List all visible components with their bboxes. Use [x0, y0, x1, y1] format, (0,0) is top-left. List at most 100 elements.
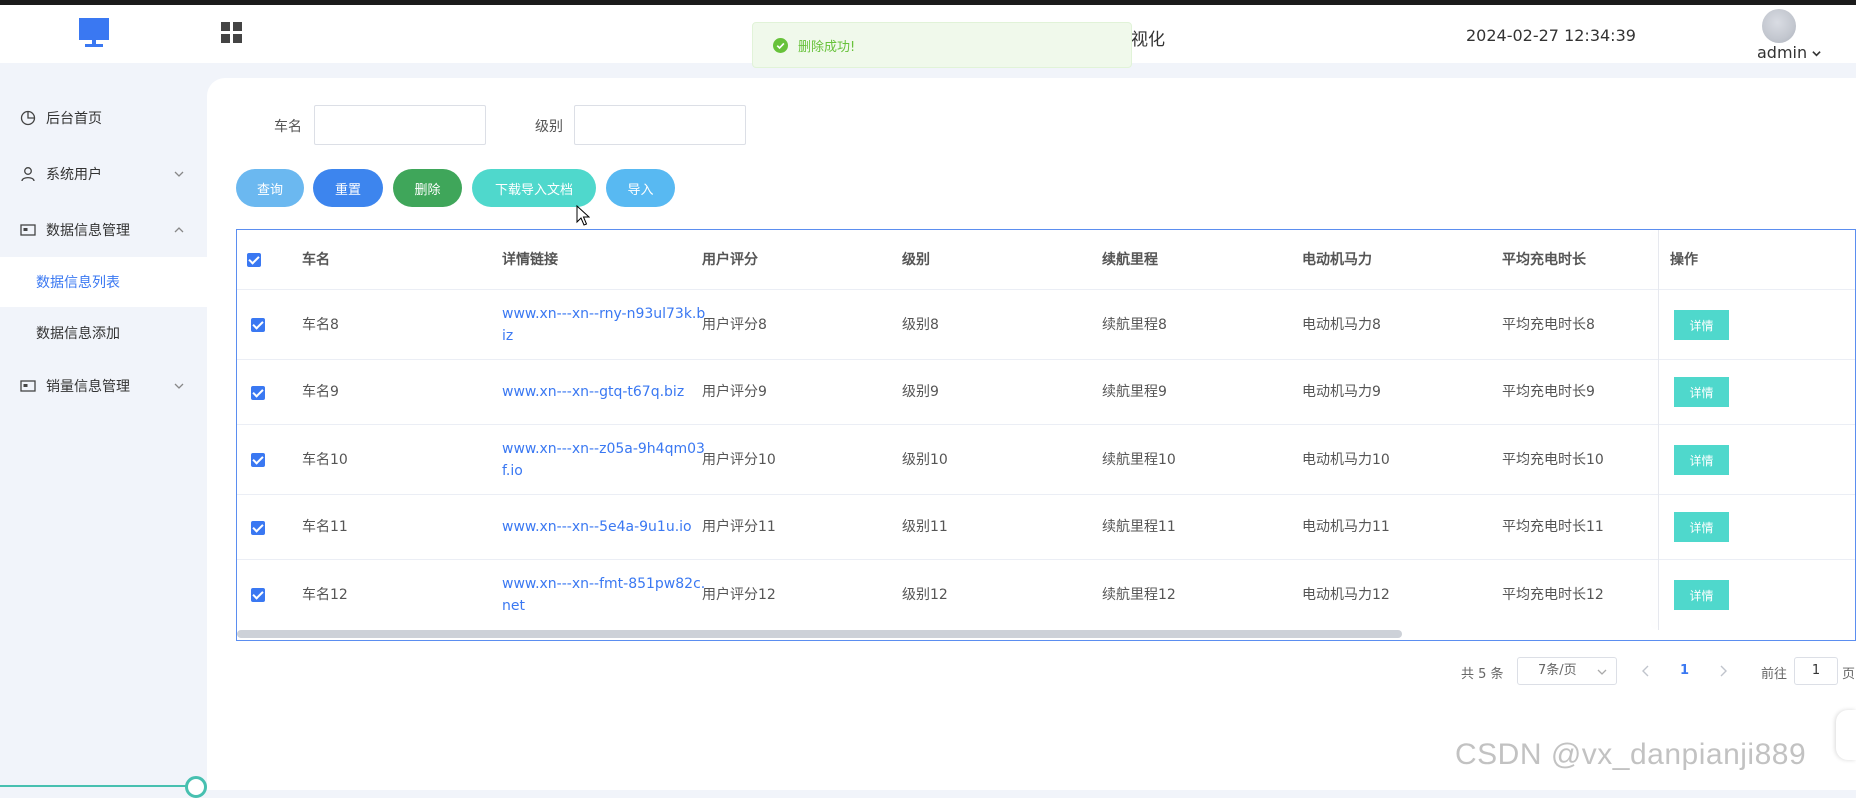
table-row[interactable]: 车名9 www.xn---xn--gtq-t67q.biz 用户评分9 级别9 …	[237, 360, 1855, 425]
pagination-total: 共 5 条	[1461, 667, 1504, 682]
cell-charge: 平均充电时长10	[1502, 452, 1604, 468]
chevron-up-icon	[174, 227, 184, 233]
row-checkbox[interactable]	[251, 521, 265, 535]
sidebar-item-sales-management[interactable]: 销量信息管理	[0, 361, 207, 411]
table-header: 车名 详情链接 用户评分 级别 续航里程 电动机马力 平均充电时长 操作	[237, 230, 1855, 290]
sidebar-item-label: 系统用户	[46, 167, 102, 183]
goto-label: 前往	[1761, 667, 1788, 682]
car-name-input[interactable]	[314, 105, 486, 145]
header-datetime: 2024-02-27 12:34:39	[1466, 26, 1636, 45]
cell-range: 续航里程9	[1102, 384, 1167, 400]
cell-rating: 用户评分12	[702, 587, 776, 603]
username: admin	[1757, 43, 1808, 62]
table-row[interactable]: 车名11 www.xn---xn--5e4a-9u1u.io 用户评分11 级别…	[237, 495, 1855, 560]
link-text: www.xn---xn--gtq-t67q.biz	[502, 384, 685, 400]
data-table: 车名 详情链接 用户评分 级别 续航里程 电动机马力 平均充电时长 操作 车名8…	[236, 229, 1856, 641]
col-header: 车名	[302, 252, 330, 268]
grid-menu-icon[interactable]	[220, 21, 244, 45]
cell-power: 电动机马力8	[1302, 317, 1381, 333]
row-checkbox[interactable]	[251, 588, 265, 602]
level-label: 级别	[535, 119, 563, 135]
link-text-wrap: iz	[502, 328, 514, 344]
col-header: 电动机马力	[1302, 252, 1372, 268]
cell-level: 级别9	[902, 384, 939, 400]
cell-rating: 用户评分10	[702, 452, 776, 468]
select-all-checkbox[interactable]	[247, 253, 261, 267]
sidebar-item-label: 销量信息管理	[46, 379, 130, 395]
sidebar-item-system-users[interactable]: 系统用户	[0, 149, 207, 199]
sidebar-subitem-label: 数据信息添加	[36, 326, 120, 342]
download-template-button[interactable]: 下载导入文档	[472, 169, 596, 207]
cell-link[interactable]: www.xn---xn--fmt-851pw82c. net	[502, 573, 705, 617]
floating-side-tab[interactable]	[1836, 710, 1856, 760]
cell-link[interactable]: www.xn---xn--z05a-9h4qm03 f.io	[502, 438, 705, 482]
import-button[interactable]: 导入	[606, 169, 675, 207]
cell-rating: 用户评分11	[702, 519, 776, 535]
row-checkbox[interactable]	[251, 386, 265, 400]
link-text: www.xn---xn--z05a-9h4qm03	[502, 441, 705, 457]
col-header: 续航里程	[1102, 252, 1158, 268]
level-input[interactable]	[574, 105, 746, 145]
header-title: 视化	[1131, 30, 1165, 50]
cell-range: 续航里程12	[1102, 587, 1176, 603]
delete-button[interactable]: 删除	[393, 169, 462, 207]
table-row[interactable]: 车名10 www.xn---xn--z05a-9h4qm03 f.io 用户评分1…	[237, 425, 1855, 495]
col-header: 级别	[902, 252, 930, 268]
cell-link[interactable]: www.xn---xn--gtq-t67q.biz	[502, 381, 684, 403]
cell-range: 续航里程8	[1102, 317, 1167, 333]
detail-button[interactable]: 详情	[1674, 512, 1729, 542]
sidebar-subitem-data-list[interactable]: 数据信息列表	[0, 257, 207, 307]
cell-name: 车名9	[302, 384, 339, 400]
cell-power: 电动机马力11	[1302, 519, 1390, 535]
toast-message: 删除成功!	[798, 39, 856, 55]
row-checkbox[interactable]	[251, 318, 265, 332]
cell-charge: 平均充电时长12	[1502, 587, 1604, 603]
avatar[interactable]	[1762, 9, 1796, 43]
cell-level: 级别12	[902, 587, 948, 603]
detail-button[interactable]: 详情	[1674, 377, 1729, 407]
link-text-wrap: net	[502, 598, 525, 614]
query-button[interactable]: 查询	[236, 169, 304, 207]
cell-rating: 用户评分9	[702, 384, 767, 400]
detail-button[interactable]: 详情	[1674, 310, 1729, 340]
user-dropdown[interactable]: admin	[1757, 43, 1821, 62]
page-size-value: 7条/页	[1538, 663, 1577, 678]
watermark: CSDN @vx_danpianji889	[1455, 738, 1807, 771]
sidebar-item-home[interactable]: 后台首页	[0, 93, 207, 143]
link-text-wrap: f.io	[502, 463, 523, 479]
chevron-down-icon	[174, 171, 184, 177]
sidebar-item-label: 数据信息管理	[46, 223, 130, 239]
cell-link[interactable]: www.xn---xn--5e4a-9u1u.io	[502, 516, 692, 538]
goto-page-input[interactable]: 1	[1794, 657, 1838, 685]
col-header: 操作	[1670, 252, 1698, 268]
detail-button[interactable]: 详情	[1674, 445, 1729, 475]
cell-level: 级别8	[902, 317, 939, 333]
next-page-icon[interactable]	[1718, 665, 1728, 677]
link-text: www.xn---xn--rny-n93ul73k.b	[502, 306, 706, 322]
detail-button[interactable]: 详情	[1674, 580, 1729, 610]
horizontal-scrollbar[interactable]	[237, 630, 1402, 638]
cell-level: 级别11	[902, 519, 948, 535]
user-icon	[21, 167, 35, 182]
page-size-select[interactable]: 7条/页	[1517, 657, 1617, 685]
cell-range: 续航里程10	[1102, 452, 1176, 468]
cell-rating: 用户评分8	[702, 317, 767, 333]
sidebar-subitem-data-add[interactable]: 数据信息添加	[0, 308, 207, 358]
table-row[interactable]: 车名8 www.xn---xn--rny-n93ul73k.b iz 用户评分8 …	[237, 290, 1855, 360]
cell-power: 电动机马力12	[1302, 587, 1390, 603]
card-icon	[20, 224, 36, 236]
cell-link[interactable]: www.xn---xn--rny-n93ul73k.b iz	[502, 303, 705, 347]
link-text: www.xn---xn--fmt-851pw82c.	[502, 576, 706, 592]
page-suffix: 页	[1842, 667, 1856, 682]
row-checkbox[interactable]	[251, 453, 265, 467]
floating-handle[interactable]	[185, 776, 207, 798]
reset-button[interactable]: 重置	[313, 169, 383, 207]
sidebar-item-label: 后台首页	[46, 111, 102, 127]
page-number-current[interactable]: 1	[1680, 663, 1689, 678]
table-row[interactable]: 车名12 www.xn---xn--fmt-851pw82c. net 用户评分1…	[237, 560, 1855, 630]
col-header: 详情链接	[502, 252, 558, 268]
prev-page-icon[interactable]	[1641, 665, 1651, 677]
sidebar-item-data-management[interactable]: 数据信息管理	[0, 205, 207, 255]
mouse-cursor-icon	[576, 205, 590, 226]
sidebar-subitem-label: 数据信息列表	[36, 275, 120, 291]
